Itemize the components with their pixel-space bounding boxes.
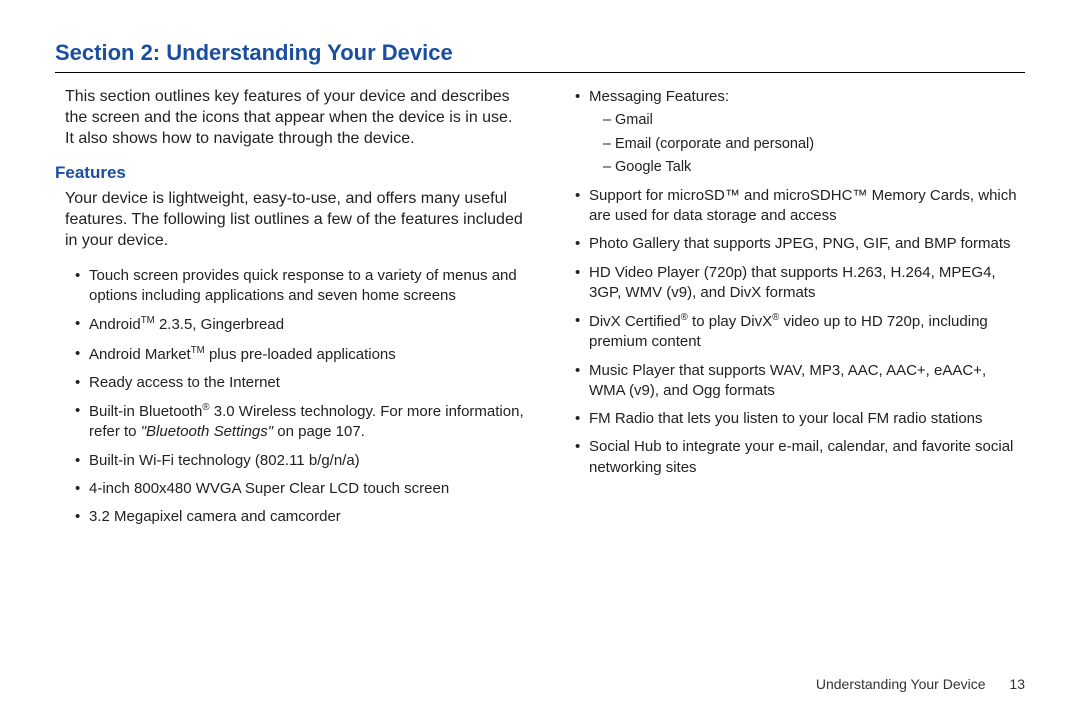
messaging-label: Messaging Features: [589,88,729,105]
trademark-icon: TM [141,315,155,326]
list-item: HD Video Player (720p) that supports H.2… [575,263,1025,304]
features-heading: Features [55,163,525,183]
trademark-icon: TM [191,345,205,356]
cross-ref: "Bluetooth Settings" [141,423,273,440]
page-body: Section 2: Understanding Your Device Thi… [0,0,1080,555]
list-item: Android MarketTM plus pre-loaded applica… [75,344,525,365]
list-item: 3.2 Megapixel camera and camcorder [75,507,525,527]
page-footer: Understanding Your Device 13 [816,676,1025,692]
list-item: AndroidTM 2.3.5, Gingerbread [75,314,525,335]
list-item: Ready access to the Internet [75,373,525,393]
list-item: 4-inch 800x480 WVGA Super Clear LCD touc… [75,479,525,499]
list-item: FM Radio that lets you listen to your lo… [575,409,1025,429]
section-title: Section 2: Understanding Your Device [55,40,1025,66]
list-item: Built-in Bluetooth® 3.0 Wireless technol… [75,401,525,443]
list-item: Google Talk [603,158,1025,178]
features-intro: Your device is lightweight, easy-to-use,… [65,189,525,251]
list-item: Touch screen provides quick response to … [75,266,525,307]
list-item: Built-in Wi-Fi technology (802.11 b/g/n/… [75,451,525,471]
list-item: Photo Gallery that supports JPEG, PNG, G… [575,234,1025,254]
footer-section-name: Understanding Your Device [816,676,986,692]
features-list-left: Touch screen provides quick response to … [55,266,525,528]
left-column: This section outlines key features of yo… [55,87,525,535]
page-number: 13 [1009,676,1025,692]
horizontal-rule [55,72,1025,73]
list-item: Email (corporate and personal) [603,135,1025,155]
right-column: Messaging Features: Gmail Email (corpora… [555,87,1025,535]
list-item: Gmail [603,111,1025,131]
two-column-layout: This section outlines key features of yo… [55,87,1025,535]
list-item: Music Player that supports WAV, MP3, AAC… [575,361,1025,402]
registered-icon: ® [202,402,209,413]
list-item: Support for microSD™ and microSDHC™ Memo… [575,186,1025,227]
intro-paragraph: This section outlines key features of yo… [65,87,525,149]
list-item: DivX Certified® to play DivX® video up t… [575,311,1025,353]
features-list-right: Messaging Features: Gmail Email (corpora… [555,87,1025,478]
list-item: Messaging Features: Gmail Email (corpora… [575,87,1025,178]
registered-icon: ® [681,312,688,323]
list-item: Social Hub to integrate your e-mail, cal… [575,437,1025,478]
messaging-sublist: Gmail Email (corporate and personal) Goo… [589,111,1025,178]
